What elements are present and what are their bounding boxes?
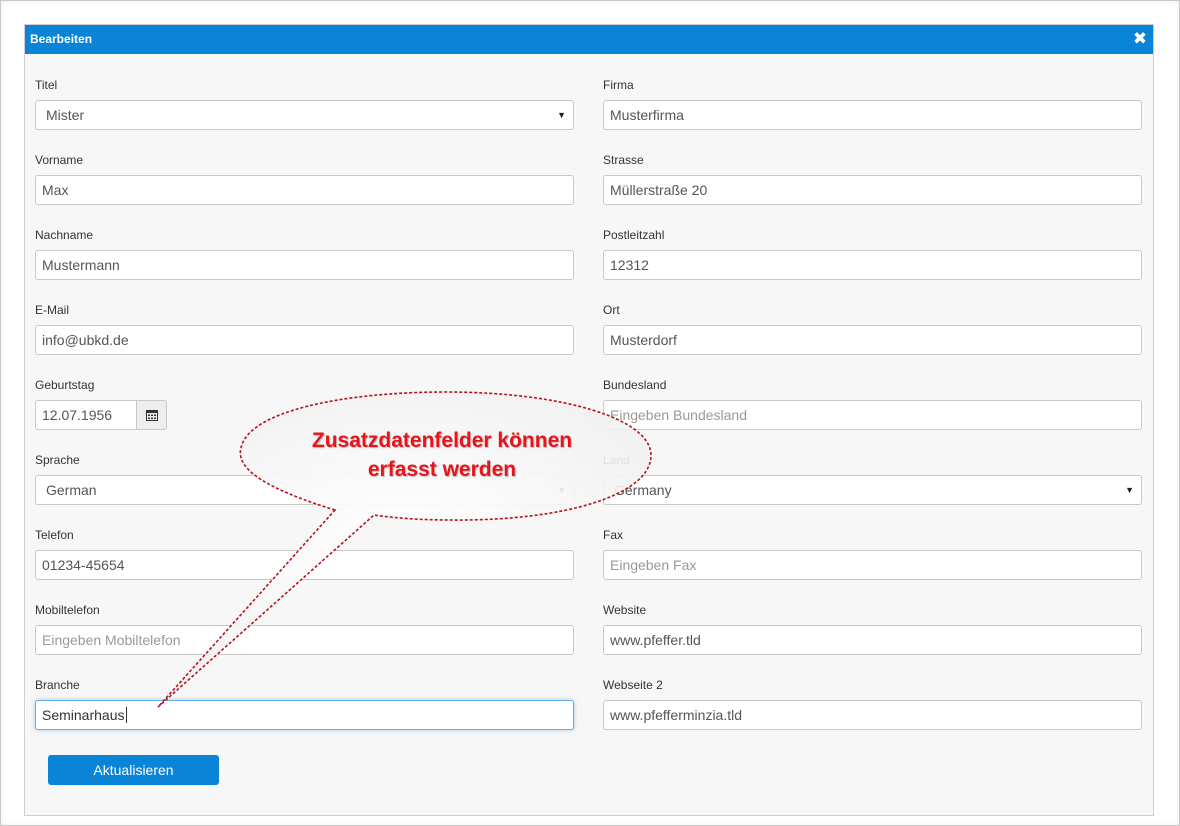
- fax-input[interactable]: Eingeben Fax: [603, 550, 1142, 580]
- bundesland-label: Bundesland: [603, 378, 667, 392]
- titel-value: Mister: [46, 107, 85, 123]
- sprache-label: Sprache: [35, 453, 80, 467]
- titel-select[interactable]: Mister ▼: [35, 100, 574, 130]
- chevron-down-icon: ▼: [1125, 485, 1134, 495]
- bundesland-input[interactable]: Eingeben Bundesland: [603, 400, 1142, 430]
- branche-input[interactable]: Seminarhaus: [35, 700, 574, 730]
- nachname-label: Nachname: [35, 228, 94, 242]
- dialog-header: Bearbeiten ✖: [25, 25, 1153, 54]
- close-icon[interactable]: ✖: [1131, 29, 1149, 49]
- website-input[interactable]: www.pfeffer.tld: [603, 625, 1142, 655]
- webseite2-label: Webseite 2: [603, 678, 663, 692]
- strasse-input[interactable]: Müllerstraße 20: [603, 175, 1142, 205]
- update-button[interactable]: Aktualisieren: [48, 755, 219, 785]
- postleitzahl-input[interactable]: 12312: [603, 250, 1142, 280]
- firma-label: Firma: [603, 78, 634, 92]
- firma-input[interactable]: Musterfirma: [603, 100, 1142, 130]
- telefon-label: Telefon: [35, 528, 74, 542]
- ort-label: Ort: [603, 303, 620, 317]
- vorname-label: Vorname: [35, 153, 84, 167]
- email-input[interactable]: info@ubkd.de: [35, 325, 574, 355]
- dialog-title: Bearbeiten: [30, 32, 93, 46]
- email-label: E-Mail: [35, 303, 70, 317]
- geburtstag-label: Geburtstag: [35, 378, 95, 392]
- chevron-down-icon: ▼: [557, 110, 566, 120]
- fax-label: Fax: [603, 528, 624, 542]
- nachname-input[interactable]: Mustermann: [35, 250, 574, 280]
- branche-label: Branche: [35, 678, 80, 692]
- callout-text: Zusatzdatenfelder können erfasst werden: [262, 426, 622, 484]
- vorname-input[interactable]: Max: [35, 175, 574, 205]
- mobiltelefon-input[interactable]: Eingeben Mobiltelefon: [35, 625, 574, 655]
- ort-input[interactable]: Musterdorf: [603, 325, 1142, 355]
- website-label: Website: [603, 603, 647, 617]
- postleitzahl-label: Postleitzahl: [603, 228, 665, 242]
- callout-line-2: erfasst werden: [367, 458, 517, 481]
- branche-value: Seminarhaus: [42, 707, 125, 723]
- land-value: Germany: [614, 482, 672, 498]
- callout-line-1: Zusatzdatenfelder können: [311, 429, 573, 452]
- geburtstag-input[interactable]: 12.07.1956: [35, 400, 137, 430]
- mobiltelefon-label: Mobiltelefon: [35, 603, 100, 617]
- telefon-input[interactable]: 01234-45654: [35, 550, 574, 580]
- sprache-value: German: [46, 482, 97, 498]
- calendar-button[interactable]: [137, 400, 167, 430]
- titel-label: Titel: [35, 78, 58, 92]
- text-cursor: [125, 707, 127, 723]
- webseite2-input[interactable]: www.pfefferminzia.tld: [603, 700, 1142, 730]
- land-select[interactable]: Germany ▼: [603, 475, 1142, 505]
- calendar-icon: [145, 410, 158, 421]
- strasse-label: Strasse: [603, 153, 644, 167]
